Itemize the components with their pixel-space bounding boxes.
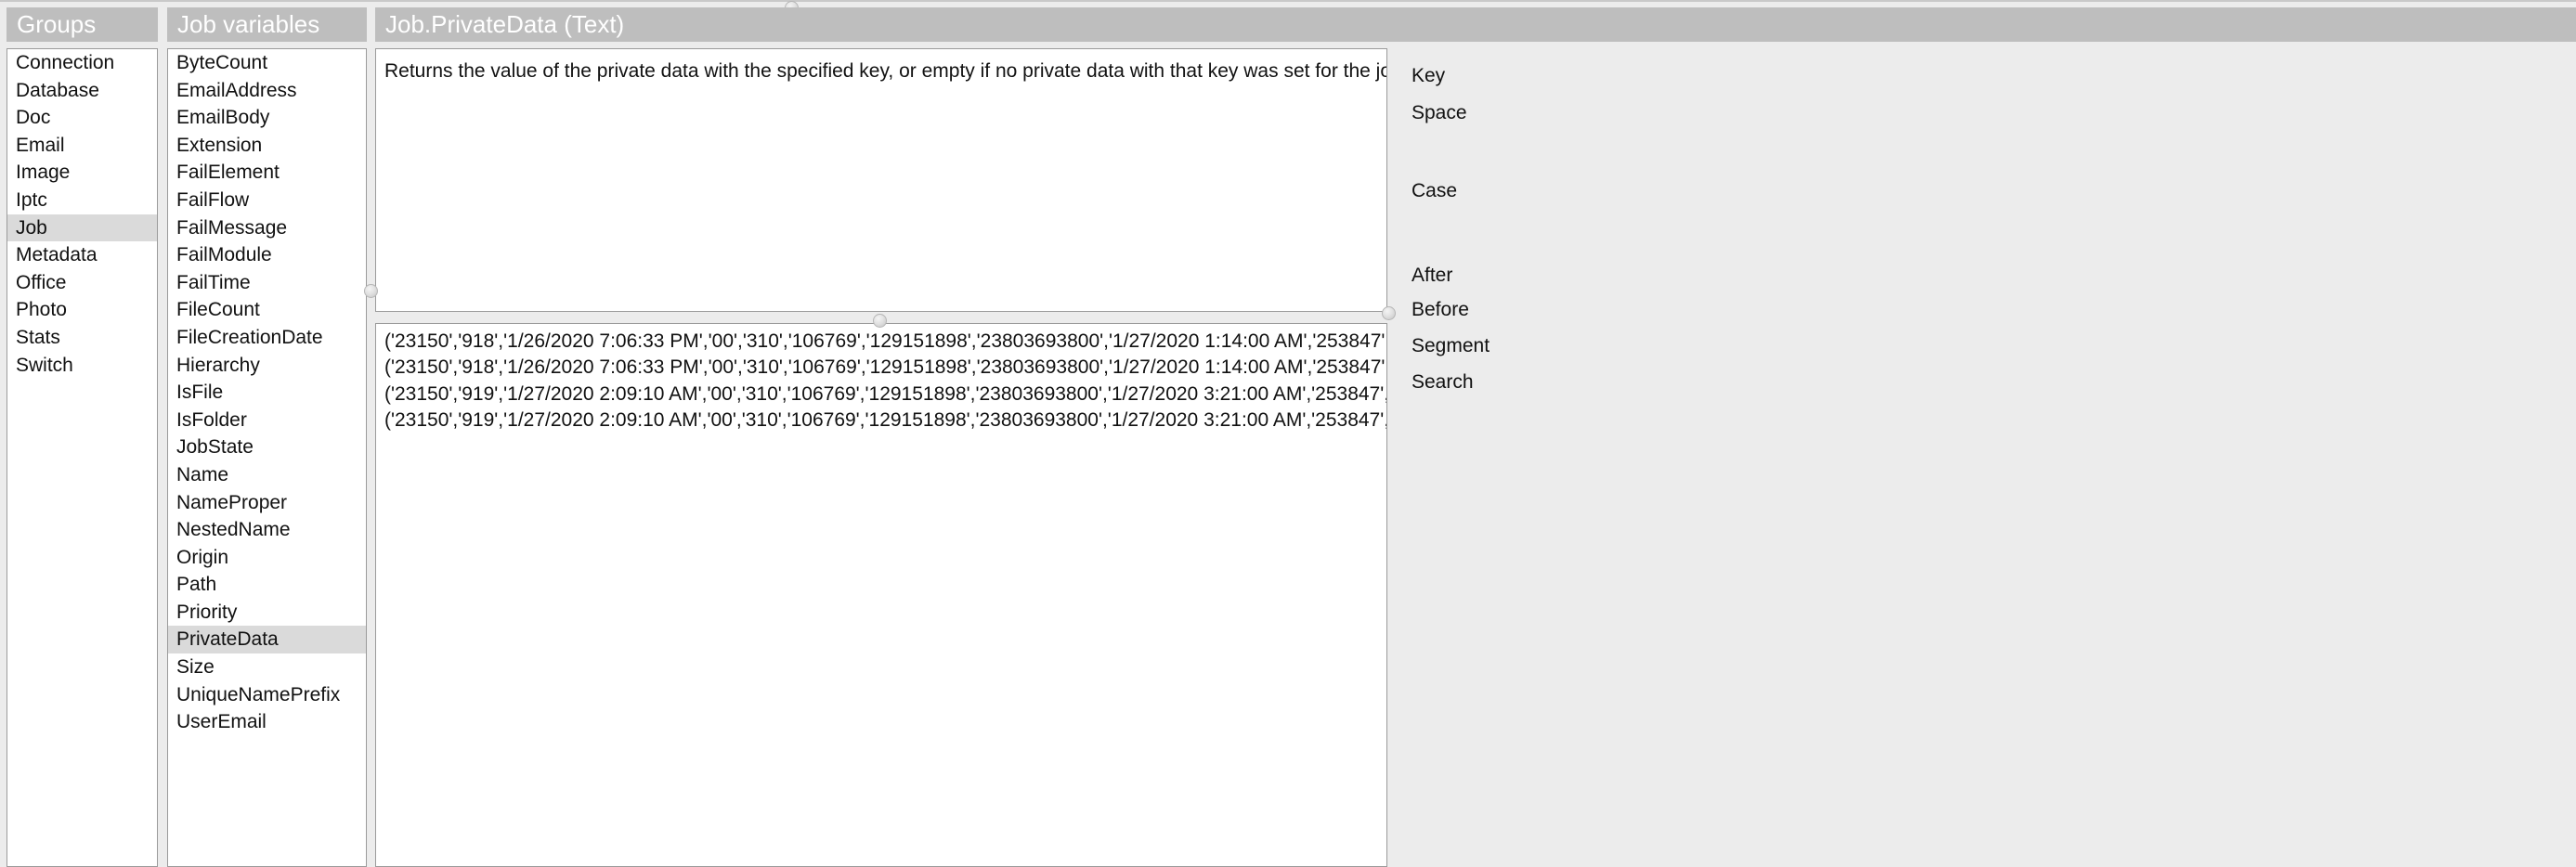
- option-label-segment: Segment: [1412, 335, 1490, 356]
- groups-panel-header: Groups: [7, 7, 158, 42]
- description-text: Returns the value of the private data wi…: [384, 60, 1387, 82]
- option-label-before: Before: [1412, 299, 1469, 320]
- top-splitter[interactable]: [0, 0, 2576, 2]
- detail-panel-header: Job.PrivateData (Text): [375, 7, 2576, 42]
- description-box: Returns the value of the private data wi…: [375, 48, 1387, 312]
- variable-picker-window: Groups Connection Database Doc Email Image Ip…: [0, 0, 2576, 867]
- value-preview-line: ('23150','919','1/27/2020 2:09:10 AM','0…: [384, 408, 1387, 431]
- horizontal-splitter-grip[interactable]: [873, 314, 887, 328]
- variable-item-nestedname[interactable]: NestedName: [168, 516, 366, 544]
- variable-item-nameproper[interactable]: NameProper: [168, 489, 366, 517]
- option-label-key: Key: [1412, 65, 1446, 86]
- options-sidebar: Key Space Case After Before Segment Search: [1397, 48, 2576, 867]
- variable-item-failflow[interactable]: FailFlow: [168, 187, 366, 214]
- option-label-case: Case: [1412, 180, 1458, 201]
- variable-item-isfile[interactable]: IsFile: [168, 379, 366, 407]
- option-label-after: After: [1412, 265, 1453, 286]
- groups-list[interactable]: Connection Database Doc Email Image Iptc Job Me…: [7, 48, 158, 867]
- group-item-photo[interactable]: Photo: [7, 296, 157, 324]
- option-label-search: Search: [1412, 371, 1474, 393]
- variable-item-name[interactable]: Name: [168, 461, 366, 489]
- variable-item-hierarchy[interactable]: Hierarchy: [168, 352, 366, 380]
- option-label-space: Space: [1412, 102, 1467, 123]
- variable-item-failmodule[interactable]: FailModule: [168, 241, 366, 269]
- group-item-switch[interactable]: Switch: [7, 352, 157, 380]
- variable-item-priority[interactable]: Priority: [168, 599, 366, 627]
- variable-item-extension[interactable]: Extension: [168, 132, 366, 160]
- variable-item-filecreationdate[interactable]: FileCreationDate: [168, 324, 366, 352]
- value-preview-box[interactable]: ('23150','918','1/26/2020 7:06:33 PM','0…: [375, 323, 1387, 867]
- value-preview-line: ('23150','918','1/26/2020 7:06:33 PM','0…: [384, 330, 1387, 352]
- value-preview-lines: ('23150','918','1/26/2020 7:06:33 PM','0…: [376, 324, 1386, 437]
- variable-item-failelement[interactable]: FailElement: [168, 159, 366, 187]
- group-item-metadata[interactable]: Metadata: [7, 241, 157, 269]
- group-item-doc[interactable]: Doc: [7, 104, 157, 132]
- variable-item-jobstate[interactable]: JobState: [168, 434, 366, 461]
- group-item-image[interactable]: Image: [7, 159, 157, 187]
- variables-panel-header: Job variables: [167, 7, 367, 42]
- variable-item-bytecount[interactable]: ByteCount: [168, 49, 366, 77]
- group-item-stats[interactable]: Stats: [7, 324, 157, 352]
- value-preview-line: ('23150','918','1/26/2020 7:06:33 PM','0…: [384, 356, 1387, 379]
- variable-item-failtime[interactable]: FailTime: [168, 269, 366, 297]
- variable-item-emailbody[interactable]: EmailBody: [168, 104, 366, 132]
- variables-list[interactable]: ByteCount EmailAddress EmailBody Extension F…: [167, 48, 367, 867]
- variable-item-filecount[interactable]: FileCount: [168, 296, 366, 324]
- group-item-email[interactable]: Email: [7, 132, 157, 160]
- variable-item-origin[interactable]: Origin: [168, 544, 366, 572]
- variable-item-emailaddress[interactable]: EmailAddress: [168, 77, 366, 105]
- variable-item-failmessage[interactable]: FailMessage: [168, 214, 366, 242]
- group-item-iptc[interactable]: Iptc: [7, 187, 157, 214]
- variable-item-path[interactable]: Path: [168, 571, 366, 599]
- variable-item-privatedata[interactable]: PrivateData: [168, 626, 366, 654]
- value-preview-line: ('23150','919','1/27/2020 2:09:10 AM','0…: [384, 382, 1387, 405]
- group-item-database[interactable]: Database: [7, 77, 157, 105]
- left-splitter-grip[interactable]: [364, 284, 378, 298]
- group-item-office[interactable]: Office: [7, 269, 157, 297]
- variable-item-useremail[interactable]: UserEmail: [168, 708, 366, 736]
- right-splitter-grip[interactable]: [1382, 306, 1396, 320]
- variable-item-isfolder[interactable]: IsFolder: [168, 407, 366, 434]
- variable-item-uniquenameprefix[interactable]: UniqueNamePrefix: [168, 681, 366, 709]
- variable-item-size[interactable]: Size: [168, 653, 366, 681]
- group-item-job[interactable]: Job: [7, 214, 157, 242]
- group-item-connection[interactable]: Connection: [7, 49, 157, 77]
